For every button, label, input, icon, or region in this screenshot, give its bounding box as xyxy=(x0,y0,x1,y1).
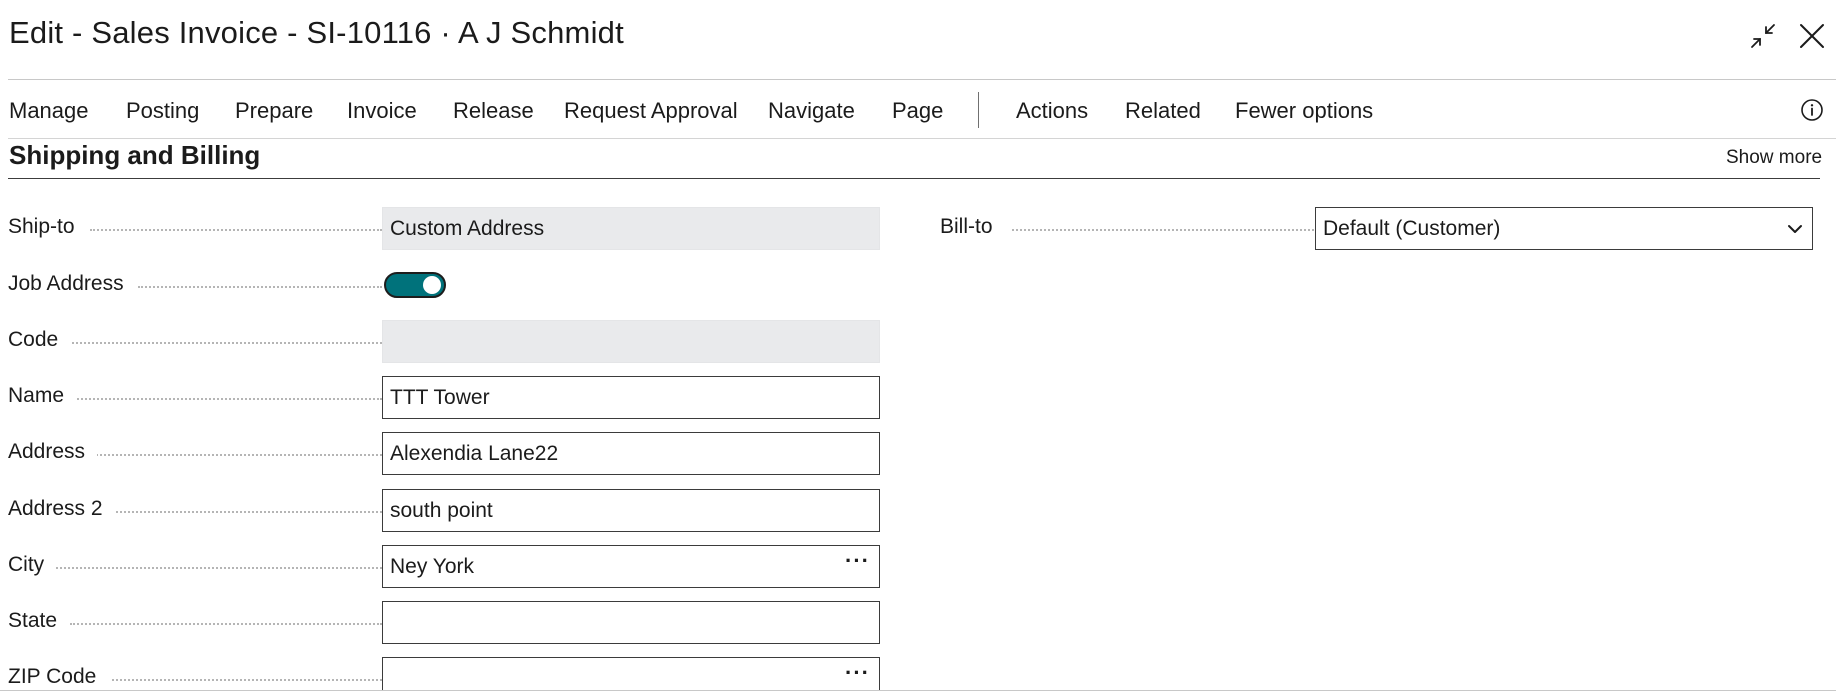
field-row-bill-to: Bill-to Default (Customer) xyxy=(940,207,1820,251)
action-invoice[interactable]: Invoice xyxy=(347,98,417,124)
close-icon xyxy=(1800,24,1824,48)
bill-to-label: Bill-to xyxy=(940,215,1005,239)
city-label: City xyxy=(8,553,57,577)
action-fewer-options[interactable]: Fewer options xyxy=(1235,98,1373,124)
action-navigate[interactable]: Navigate xyxy=(768,98,855,124)
info-button[interactable] xyxy=(1798,96,1826,124)
label-leader xyxy=(112,679,382,681)
state-label: State xyxy=(8,609,70,633)
action-related[interactable]: Related xyxy=(1125,98,1201,124)
page-title: Edit - Sales Invoice - SI-10116 · A J Sc… xyxy=(9,15,624,50)
job-address-label: Job Address xyxy=(8,272,136,296)
chevron-down-icon xyxy=(1788,225,1802,233)
info-icon xyxy=(1801,99,1823,121)
address-2-input[interactable]: south point xyxy=(382,489,880,532)
action-bar: Manage Posting Prepare Invoice Release R… xyxy=(0,84,1836,138)
job-address-toggle[interactable] xyxy=(384,272,446,298)
action-posting[interactable]: Posting xyxy=(126,98,199,124)
field-row-state: State xyxy=(8,601,880,645)
zip-code-label: ZIP Code xyxy=(8,665,109,689)
action-manage[interactable]: Manage xyxy=(9,98,89,124)
address-label: Address xyxy=(8,440,98,464)
section-title: Shipping and Billing xyxy=(9,140,261,170)
action-request-approval[interactable]: Request Approval xyxy=(564,98,738,124)
action-page[interactable]: Page xyxy=(892,98,943,124)
action-separator xyxy=(978,92,979,128)
ship-to-label: Ship-to xyxy=(8,215,87,239)
show-more-link[interactable]: Show more xyxy=(1726,147,1822,169)
label-leader xyxy=(70,623,382,625)
label-leader xyxy=(74,398,382,400)
collapse-arrows-icon xyxy=(1751,24,1775,48)
action-prepare[interactable]: Prepare xyxy=(235,98,313,124)
label-leader xyxy=(68,342,382,344)
action-divider xyxy=(8,138,1836,139)
title-bar: Edit - Sales Invoice - SI-10116 · A J Sc… xyxy=(0,0,1836,80)
field-row-ship-to: Ship-to Custom Address xyxy=(8,207,880,251)
title-divider xyxy=(8,79,1836,80)
city-input[interactable]: Ney York ··· xyxy=(382,545,880,588)
toggle-knob xyxy=(423,276,441,294)
name-label: Name xyxy=(8,384,77,408)
bottom-divider xyxy=(0,690,1836,691)
label-leader xyxy=(96,454,382,456)
close-button[interactable] xyxy=(1794,18,1830,54)
section-divider xyxy=(8,178,1820,179)
zip-code-input[interactable]: ··· xyxy=(382,657,880,690)
address-input[interactable]: Alexendia Lane22 xyxy=(382,432,880,475)
collapse-button[interactable] xyxy=(1745,18,1781,54)
bill-to-select[interactable]: Default (Customer) xyxy=(1315,207,1813,250)
action-release[interactable]: Release xyxy=(453,98,534,124)
label-leader xyxy=(138,286,382,288)
code-label: Code xyxy=(8,328,71,352)
city-value: Ney York xyxy=(390,555,475,578)
ship-to-select[interactable]: Custom Address xyxy=(382,207,880,250)
city-lookup-button[interactable]: ··· xyxy=(845,548,870,574)
field-row-code: Code xyxy=(8,320,880,364)
field-row-address-2: Address 2 south point xyxy=(8,489,880,533)
address-2-label: Address 2 xyxy=(8,497,115,521)
label-leader xyxy=(116,511,382,513)
action-actions[interactable]: Actions xyxy=(1016,98,1088,124)
zip-lookup-button[interactable]: ··· xyxy=(845,660,870,686)
field-row-zip-code: ZIP Code ··· xyxy=(8,657,880,690)
label-leader xyxy=(90,229,382,231)
bill-to-value: Default (Customer) xyxy=(1323,217,1501,240)
name-input[interactable]: TTT Tower xyxy=(382,376,880,419)
field-row-job-address: Job Address xyxy=(8,264,880,308)
label-leader xyxy=(56,567,382,569)
code-field[interactable] xyxy=(382,320,880,363)
field-row-address: Address Alexendia Lane22 xyxy=(8,432,880,476)
field-row-city: City Ney York ··· xyxy=(8,545,880,589)
field-row-name: Name TTT Tower xyxy=(8,376,880,420)
state-input[interactable] xyxy=(382,601,880,644)
